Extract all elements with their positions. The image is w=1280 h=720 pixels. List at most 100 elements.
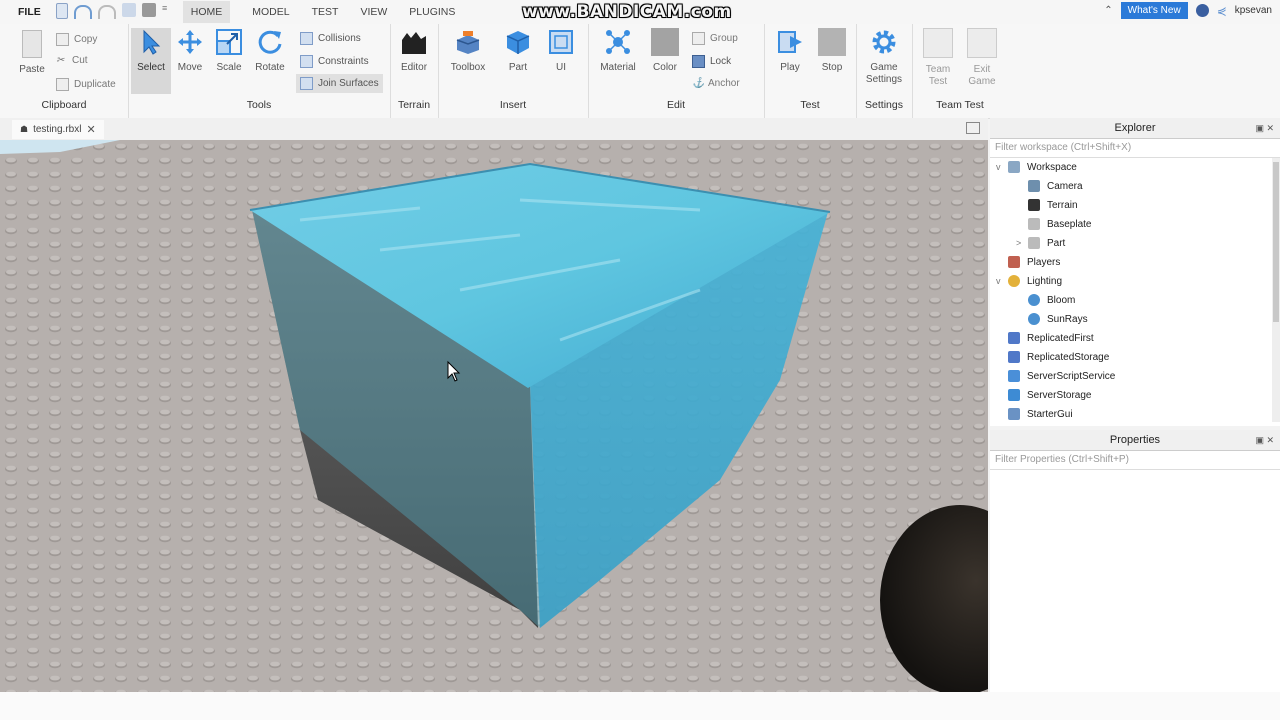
maximize-viewport-icon[interactable]	[966, 122, 980, 134]
help-icon[interactable]	[1195, 4, 1209, 17]
menu-view[interactable]: VIEW	[360, 6, 387, 18]
terrain-editor-button[interactable]: Editor	[394, 28, 434, 74]
game-settings-button[interactable]: Game Settings	[864, 28, 904, 86]
part-icon	[1028, 237, 1040, 249]
insert-group: Toolbox Part UI Insert	[438, 24, 589, 118]
menu-file[interactable]: FILE	[18, 6, 41, 18]
select-tool-button[interactable]: Select	[131, 28, 171, 94]
tree-item-replicated-storage[interactable]: ReplicatedStorage	[996, 348, 1109, 366]
stop-icon[interactable]	[142, 3, 156, 17]
3d-viewport[interactable]	[0, 140, 988, 692]
explorer-filter-input[interactable]: Filter workspace (Ctrl+Shift+X)	[990, 139, 1280, 158]
lighting-icon	[1008, 275, 1020, 287]
username[interactable]: kpsevan	[1235, 5, 1272, 16]
edit-group: Material Color Group Lock ⚓ Anchor Edit	[588, 24, 765, 118]
tree-item-server-script-service[interactable]: ServerScriptService	[996, 367, 1115, 385]
explorer-title: Explorer	[1114, 122, 1156, 134]
play-button[interactable]: Play	[770, 28, 810, 74]
collapse-ribbon-icon[interactable]: ⌃	[1104, 5, 1112, 16]
effect-icon	[1028, 313, 1040, 325]
tree-item-baseplate[interactable]: Baseplate	[1016, 215, 1091, 233]
tools-group: Select Move Scale Rotate Collisions Cons…	[128, 24, 391, 118]
whats-new-button[interactable]: What's New	[1120, 2, 1188, 19]
tree-item-part[interactable]: > Part	[1016, 234, 1065, 252]
viewport-scene	[0, 140, 988, 692]
replicated-icon	[1008, 351, 1020, 363]
menu-plugins[interactable]: PLUGINS	[409, 6, 455, 18]
place-icon: ☗	[20, 124, 29, 134]
redo-icon[interactable]	[98, 5, 116, 19]
group-button[interactable]: Group	[692, 32, 738, 45]
terrain-icon	[1028, 199, 1040, 211]
scale-icon	[215, 28, 243, 56]
part-button[interactable]: Part	[498, 28, 538, 74]
storage-icon	[1008, 389, 1020, 401]
clipboard-group-label: Clipboard	[41, 99, 87, 111]
undo-icon[interactable]	[74, 5, 92, 19]
tree-item-players[interactable]: Players	[996, 253, 1060, 271]
edit-group-label: Edit	[666, 99, 686, 111]
part-icon	[1028, 218, 1040, 230]
properties-filter-input[interactable]: Filter Properties (Ctrl+Shift+P)	[990, 451, 1280, 470]
tree-item-lighting[interactable]: v Lighting	[996, 272, 1062, 290]
explorer-panel: Explorer ▣ ✕ Filter workspace (Ctrl+Shif…	[990, 118, 1280, 426]
exit-game-button[interactable]: Exit Game	[962, 28, 1002, 88]
document-tab[interactable]: ☗ testing.rbxl ✕	[12, 120, 104, 139]
scrollbar-thumb[interactable]	[1273, 162, 1279, 322]
ui-button[interactable]: UI	[541, 28, 581, 74]
tree-item-camera[interactable]: Camera	[1016, 177, 1083, 195]
tree-item-terrain[interactable]: Terrain	[1016, 196, 1078, 214]
scale-tool-button[interactable]: Scale	[209, 28, 249, 74]
share-icon[interactable]: ⋞	[1217, 4, 1227, 18]
ui-icon	[547, 28, 575, 56]
panel-options-icon[interactable]: ▣ ✕	[1255, 118, 1274, 138]
explorer-scrollbar[interactable]	[1272, 158, 1280, 422]
anchor-button[interactable]: ⚓ Anchor	[692, 78, 740, 89]
rotate-tool-button[interactable]: Rotate	[250, 28, 290, 74]
move-icon	[176, 28, 204, 56]
script-service-icon	[1008, 370, 1020, 382]
lock-icon	[692, 55, 705, 68]
panel-options-icon[interactable]: ▣ ✕	[1255, 430, 1274, 450]
explorer-tree: v Workspace Camera Terrain Baseplate > Par…	[990, 158, 1280, 426]
toolbox-button[interactable]: Toolbox	[448, 28, 488, 74]
close-icon[interactable]: ✕	[86, 123, 95, 136]
copy-button[interactable]: Copy	[56, 33, 97, 46]
paste-button[interactable]: Paste	[12, 30, 52, 76]
main-menu: FILE ≡ HOME MODEL TEST VIEW PLUGINS	[0, 0, 477, 24]
tree-item-sunrays[interactable]: SunRays	[1016, 310, 1088, 328]
insert-group-label: Insert	[499, 99, 527, 111]
publish-icon[interactable]	[122, 3, 136, 17]
menu-test[interactable]: TEST	[312, 6, 339, 18]
chevron-down-icon[interactable]: v	[996, 276, 1008, 286]
tree-item-server-storage[interactable]: ServerStorage	[996, 386, 1091, 404]
tree-item-starter-gui[interactable]: StarterGui	[996, 405, 1073, 423]
color-button[interactable]: Color	[645, 28, 685, 74]
tree-item-workspace[interactable]: v Workspace	[996, 158, 1077, 176]
stop-button[interactable]: Stop	[812, 28, 852, 74]
duplicate-button[interactable]: Duplicate	[56, 78, 116, 91]
material-button[interactable]: Material	[598, 28, 638, 74]
lock-button[interactable]: Lock	[692, 55, 731, 68]
terrain-group: Editor Terrain	[390, 24, 439, 118]
move-tool-button[interactable]: Move	[170, 28, 210, 74]
paste-icon	[22, 30, 42, 58]
tools-group-label: Tools	[246, 99, 272, 111]
tree-item-bloom[interactable]: Bloom	[1016, 291, 1075, 309]
rotate-icon	[256, 28, 284, 56]
join-surfaces-toggle[interactable]: Join Surfaces	[296, 74, 383, 93]
chevron-right-icon[interactable]: >	[1016, 238, 1028, 248]
collisions-toggle[interactable]: Collisions	[300, 32, 361, 45]
menu-home[interactable]: HOME	[182, 1, 231, 23]
properties-header: Properties ▣ ✕	[990, 430, 1280, 451]
team-test-button[interactable]: Team Test	[918, 28, 958, 88]
new-file-icon[interactable]	[56, 3, 68, 19]
team-test-group-label: Team Test	[936, 99, 984, 111]
chevron-down-icon[interactable]: v	[996, 162, 1008, 172]
constraints-toggle[interactable]: Constraints	[300, 55, 369, 68]
menu-model[interactable]: MODEL	[252, 6, 289, 18]
test-group-label: Test	[800, 99, 820, 111]
cut-button[interactable]: ✂ Cut	[56, 55, 88, 66]
tree-item-replicated-first[interactable]: ReplicatedFirst	[996, 329, 1094, 347]
customize-toolbar-icon[interactable]: ≡	[162, 3, 167, 19]
